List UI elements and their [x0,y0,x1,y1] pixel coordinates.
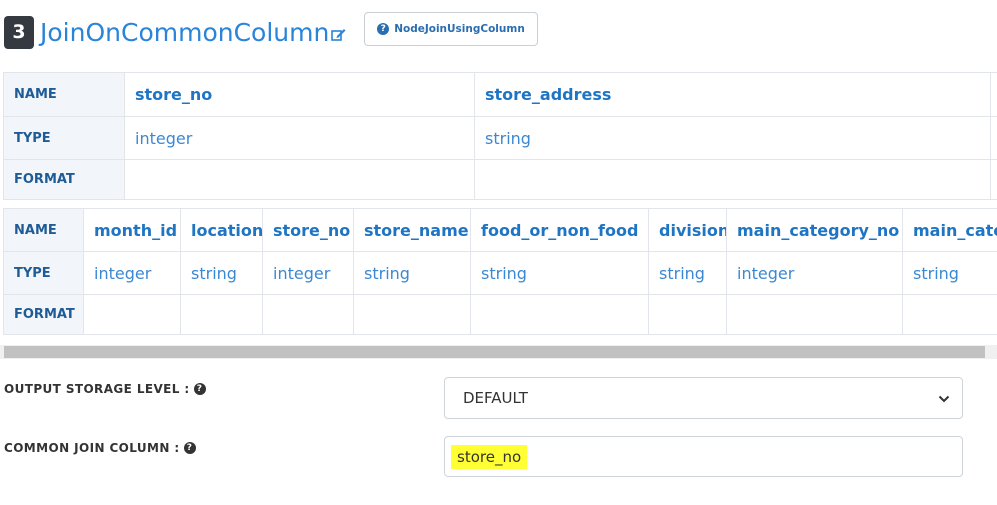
schema-table-input-2: NAME month_id location store_no store_na… [3,208,997,335]
column-type: string [474,116,991,160]
column-type [990,116,997,160]
column-type: integer [83,251,181,295]
column-format [83,294,181,335]
column-type: string [353,251,471,295]
column-format [990,159,997,200]
column-format [470,294,649,335]
column-type: string [470,251,649,295]
column-type: integer [124,116,475,160]
schema-row-name: NAME store_no store_address [3,72,997,117]
storage-level-value: DEFAULT [463,389,528,407]
schema-row-type: TYPE integer string integer string strin… [3,251,997,295]
column-name: division [648,208,727,252]
chevron-down-icon [938,389,950,407]
storage-level-label-text: OUTPUT STORAGE LEVEL : [4,382,190,396]
column-name: store_address [474,72,991,117]
doc-link-label: NodeJoinUsingColumn [394,23,525,35]
column-format [902,294,997,335]
node-title: JoinOnCommonColumn [40,15,346,51]
column-format [726,294,903,335]
step-number-badge: 3 [4,16,34,49]
row-label-type: TYPE [3,251,84,295]
column-name: location [180,208,263,252]
column-type: integer [262,251,354,295]
column-name: main_cate [902,208,997,252]
column-name: store_no [124,72,475,117]
row-label-type: TYPE [3,116,125,160]
column-type: string [902,251,997,295]
question-circle-icon: ? [377,23,390,35]
join-column-label: COMMON JOIN COLUMN : ? [4,441,196,455]
column-name: food_or_non_food [470,208,649,252]
edit-icon[interactable] [331,15,346,51]
join-column-label-text: COMMON JOIN COLUMN : [4,441,180,455]
storage-level-select[interactable]: DEFAULT [444,377,963,419]
schema-row-name: NAME month_id location store_no store_na… [3,208,997,252]
schema-row-format: FORMAT [3,159,997,200]
column-format [262,294,354,335]
column-name: store_name [353,208,471,252]
column-type: integer [726,251,903,295]
column-type: string [648,251,727,295]
row-label-format: FORMAT [3,294,84,335]
column-format [648,294,727,335]
question-circle-icon[interactable]: ? [183,442,196,454]
column-name [990,72,997,117]
join-column-input[interactable]: store_no [444,436,963,477]
column-name: month_id [83,208,181,252]
join-column-value: store_no [451,444,528,469]
column-name: main_category_no [726,208,903,252]
question-circle-icon[interactable]: ? [193,383,206,395]
doc-link-button[interactable]: ? NodeJoinUsingColumn [364,12,538,46]
node-title-text[interactable]: JoinOnCommonColumn [40,18,329,47]
column-format [353,294,471,335]
scrollbar-thumb[interactable] [4,346,985,358]
column-type: string [180,251,263,295]
row-label-name: NAME [3,72,125,117]
column-format [180,294,263,335]
column-format [124,159,475,200]
storage-level-label: OUTPUT STORAGE LEVEL : ? [4,382,206,396]
schema-row-type: TYPE integer string [3,116,997,160]
schema-table-input-1: NAME store_no store_address TYPE integer… [3,72,997,200]
column-format [474,159,991,200]
row-label-name: NAME [3,208,84,252]
column-name: store_no [262,208,354,252]
schema-row-format: FORMAT [3,294,997,335]
row-label-format: FORMAT [3,159,125,200]
